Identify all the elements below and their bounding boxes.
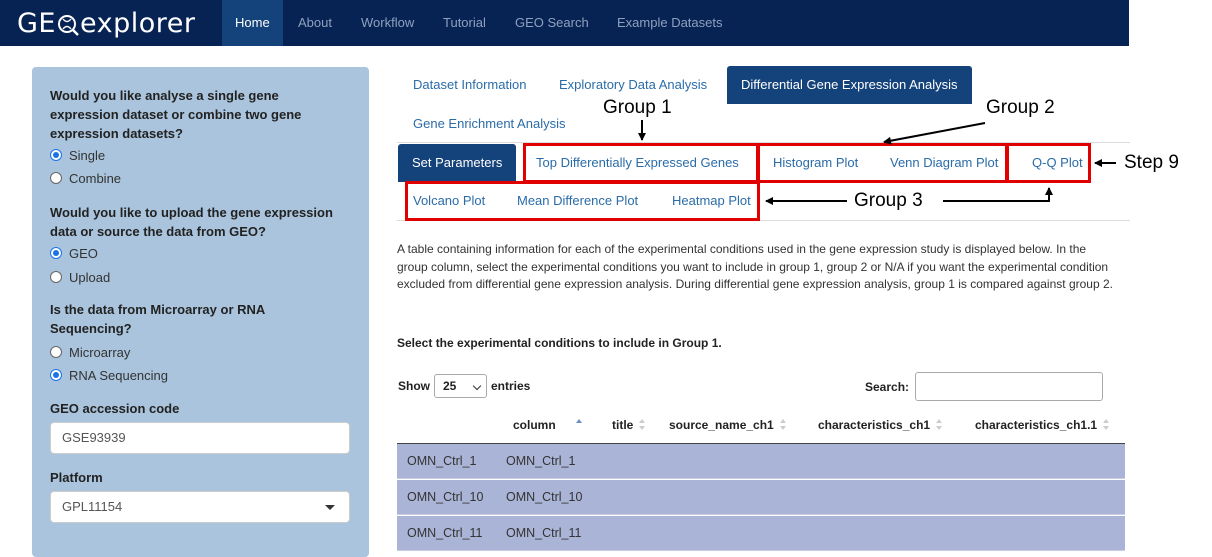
entries-value: 25 — [443, 379, 457, 393]
search-label: Search: — [865, 380, 910, 394]
column-header-characteristics[interactable]: characteristics_ch1 — [818, 418, 943, 432]
column-header-column[interactable]: column — [513, 418, 583, 432]
entries-select[interactable]: 25 — [434, 374, 487, 398]
column-header-label: source_name_ch1 — [669, 418, 774, 432]
column-cell: OMN_Ctrl_10 — [506, 490, 583, 504]
table-row[interactable]: OMN_Ctrl_1 OMN_Ctrl_1 — [397, 444, 1125, 479]
column-cell: OMN_Ctrl_11 — [506, 526, 582, 540]
column-cell: OMN_Ctrl_1 — [506, 454, 576, 468]
sort-icon — [779, 419, 787, 431]
column-header-characteristics-1[interactable]: characteristics_ch1.1 — [975, 418, 1110, 432]
group2-arrow — [883, 122, 986, 145]
column-header-label: title — [612, 418, 634, 432]
row-name-cell: OMN_Ctrl_1 — [407, 454, 477, 468]
row-name-cell: OMN_Ctrl_10 — [407, 490, 484, 504]
entries-control: Show 25 entries — [398, 373, 530, 399]
sort-icon — [936, 419, 943, 431]
column-header-source-name[interactable]: source_name_ch1 — [669, 418, 787, 432]
entries-label: entries — [491, 379, 531, 393]
column-header-label: column — [513, 418, 556, 432]
column-header-label: characteristics_ch1.1 — [975, 418, 1098, 432]
description-paragraph: A table containing information for each … — [397, 242, 1113, 291]
column-header-title[interactable]: title — [612, 418, 646, 432]
table-row[interactable]: OMN_Ctrl_11 OMN_Ctrl_11 — [397, 516, 1125, 551]
column-header-label: characteristics_ch1 — [818, 418, 931, 432]
group1-instruction: Select the experimental conditions to in… — [397, 336, 722, 350]
row-name-cell: OMN_Ctrl_11 — [407, 526, 483, 540]
show-label: Show — [398, 379, 430, 393]
sort-asc-icon — [575, 419, 583, 431]
group3-arrow-right — [943, 187, 1053, 202]
sort-icon — [1103, 419, 1110, 431]
sort-icon — [639, 419, 646, 431]
search-input[interactable] — [915, 372, 1103, 401]
table-row[interactable]: OMN_Ctrl_10 OMN_Ctrl_10 — [397, 480, 1125, 515]
